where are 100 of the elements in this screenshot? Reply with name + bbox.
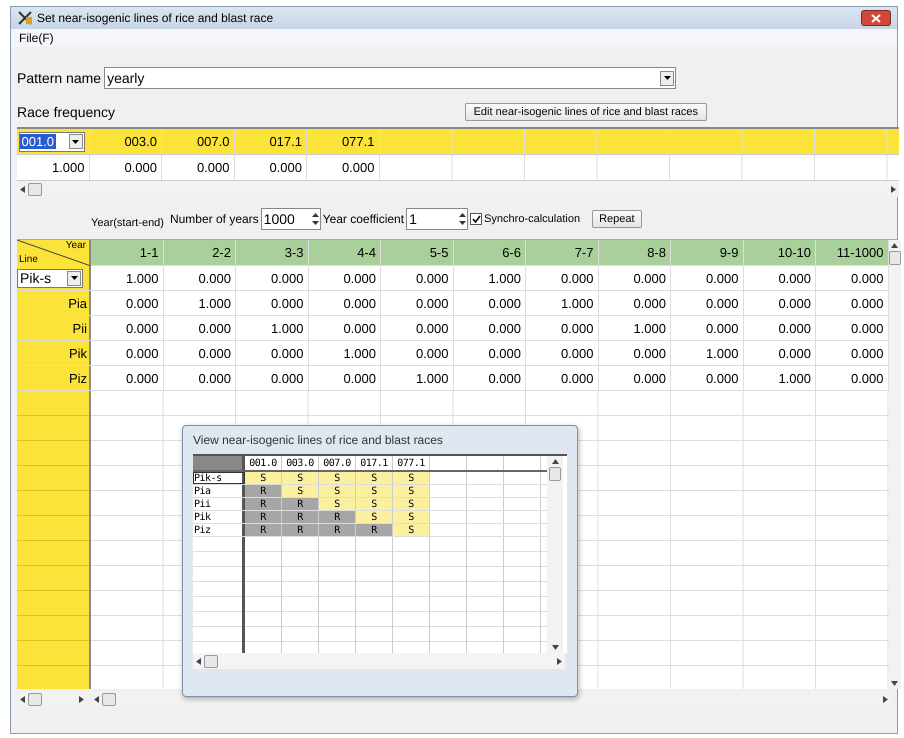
view-dialog-title: View near-isogenic lines of rice and blast races [193,432,444,449]
reaction-cell: S [282,485,319,497]
right-arrow-icon[interactable] [557,658,562,664]
scrollbar-thumb[interactable] [28,692,42,706]
reaction-cell: S [393,511,430,523]
synchro-checkbox[interactable] [470,213,482,225]
up-arrow-icon[interactable] [552,459,558,464]
window-title: Set near-isogenic lines of rice and blast race [37,11,274,25]
race-column-header: 077.1 [393,456,430,470]
left-arrow-icon[interactable] [94,696,99,702]
value-cell: 0.000 [454,366,526,390]
caret-icon[interactable] [72,140,79,144]
year-column-header: 9-9 [671,240,744,265]
down-arrow-icon[interactable] [891,681,898,686]
race-column-header: 001.0 [245,456,282,470]
value-cell: 0.000 [236,291,308,315]
pattern-name-label: Pattern name [17,70,102,86]
value-cell: 0.000 [526,366,598,390]
value-cell: 0.000 [381,316,454,340]
left-arrow-icon[interactable] [20,696,25,702]
value-cell: 0.000 [744,341,816,365]
race-column-header: 007.0 [319,456,356,470]
value-cell: 0.000 [744,291,816,315]
value-cell: 0.000 [454,341,526,365]
reaction-cell: S [282,472,319,484]
year-column-header: 2-2 [164,240,236,265]
down-arrow-icon[interactable] [552,645,558,650]
value-cell: 0.000 [598,291,671,315]
right-arrow-icon[interactable] [883,696,888,702]
race-header-cell: 017.1 [234,129,307,154]
value-cell: 1.000 [91,266,164,290]
value-cell: 0.000 [526,316,598,340]
line-header-label: Line [19,254,38,265]
year-column-header: 4-4 [308,240,381,265]
frequency-cell: 0.000 [234,155,307,180]
close-icon[interactable] [871,14,881,22]
up-arrow-icon[interactable] [891,243,898,248]
pattern-dropdown[interactable]: yearly [104,67,676,89]
reaction-cell: S [393,472,430,484]
reaction-cell: R [245,498,282,510]
value-cell: 0.000 [381,266,454,290]
value-cell: 0.000 [381,341,454,365]
spin-arrows-icon[interactable] [458,211,468,227]
value-cell: 0.000 [308,291,381,315]
right-arrow-icon[interactable] [891,186,896,192]
reaction-cell: S [356,511,393,523]
race-column-header: 003.0 [282,456,319,470]
scrollbar-thumb[interactable] [102,692,116,706]
reaction-cell: S [245,472,282,484]
caret-icon[interactable] [70,276,78,280]
caret-icon[interactable] [664,76,671,80]
value-cell: 0.000 [164,316,236,340]
year-coefficient-spinner[interactable]: 1 [406,208,468,230]
frequency-cell: 0.000 [162,155,234,180]
repeat-button[interactable]: Repeat [592,210,642,228]
value-cell: 0.000 [236,366,308,390]
value-cell: 0.000 [308,316,381,340]
vertical-scrollbar[interactable] [888,240,900,689]
menu-item[interactable]: File(F) [19,31,54,45]
value-cell: 0.000 [91,341,164,365]
value-cell: 0.000 [671,266,744,290]
reaction-cell: S [319,485,356,497]
value-cell: 0.000 [308,366,381,390]
value-cell: 1.000 [381,366,454,390]
vertical-scrollbar[interactable] [547,456,563,653]
value-cell: 0.000 [236,266,308,290]
value-cell: 0.000 [308,266,381,290]
synchro-calculation-label: Synchro-calculation [484,213,580,225]
scrollbar-thumb[interactable] [549,467,561,481]
scrollbar-thumb[interactable] [28,182,42,196]
value-cell: 1.000 [598,316,671,340]
year-column-header: 1-1 [91,240,164,265]
line-dropdown[interactable]: Pik-s [17,268,83,288]
scrollbar-thumb[interactable] [888,251,900,265]
value-cell: 0.000 [164,341,236,365]
scrollbar-thumb[interactable] [204,654,218,668]
value-cell: 0.000 [526,341,598,365]
close-button[interactable] [861,10,891,26]
year-coefficient-label: Year coefficient [322,212,404,226]
number-of-years-label: Number of years [170,212,259,226]
value-cell: 0.000 [526,266,598,290]
spin-arrows-icon[interactable] [310,211,320,227]
value-cell: 1.000 [744,366,816,390]
left-arrow-icon[interactable] [20,186,25,192]
horizontal-scrollbar[interactable] [193,653,565,669]
line-name-cell: Pii [17,316,91,340]
value-cell: 0.000 [164,266,236,290]
edit-button[interactable]: Edit near-isogenic lines of rice and blast races [464,103,707,121]
value-cell: 1.000 [164,291,236,315]
value-cell: 1.000 [454,266,526,290]
value-cell: 0.000 [91,291,164,315]
right-arrow-icon[interactable] [79,696,84,702]
left-arrow-icon[interactable] [196,658,201,664]
value-cell: 0.000 [671,291,744,315]
race-header-cell: 007.0 [162,129,234,154]
value-cell: 0.000 [744,266,816,290]
race-dropdown[interactable]: 001.0 [18,132,84,152]
line-name-cell: Pia [17,291,91,315]
reaction-cell: R [245,524,282,536]
number-of-years-spinner[interactable]: 1000 [260,208,321,230]
